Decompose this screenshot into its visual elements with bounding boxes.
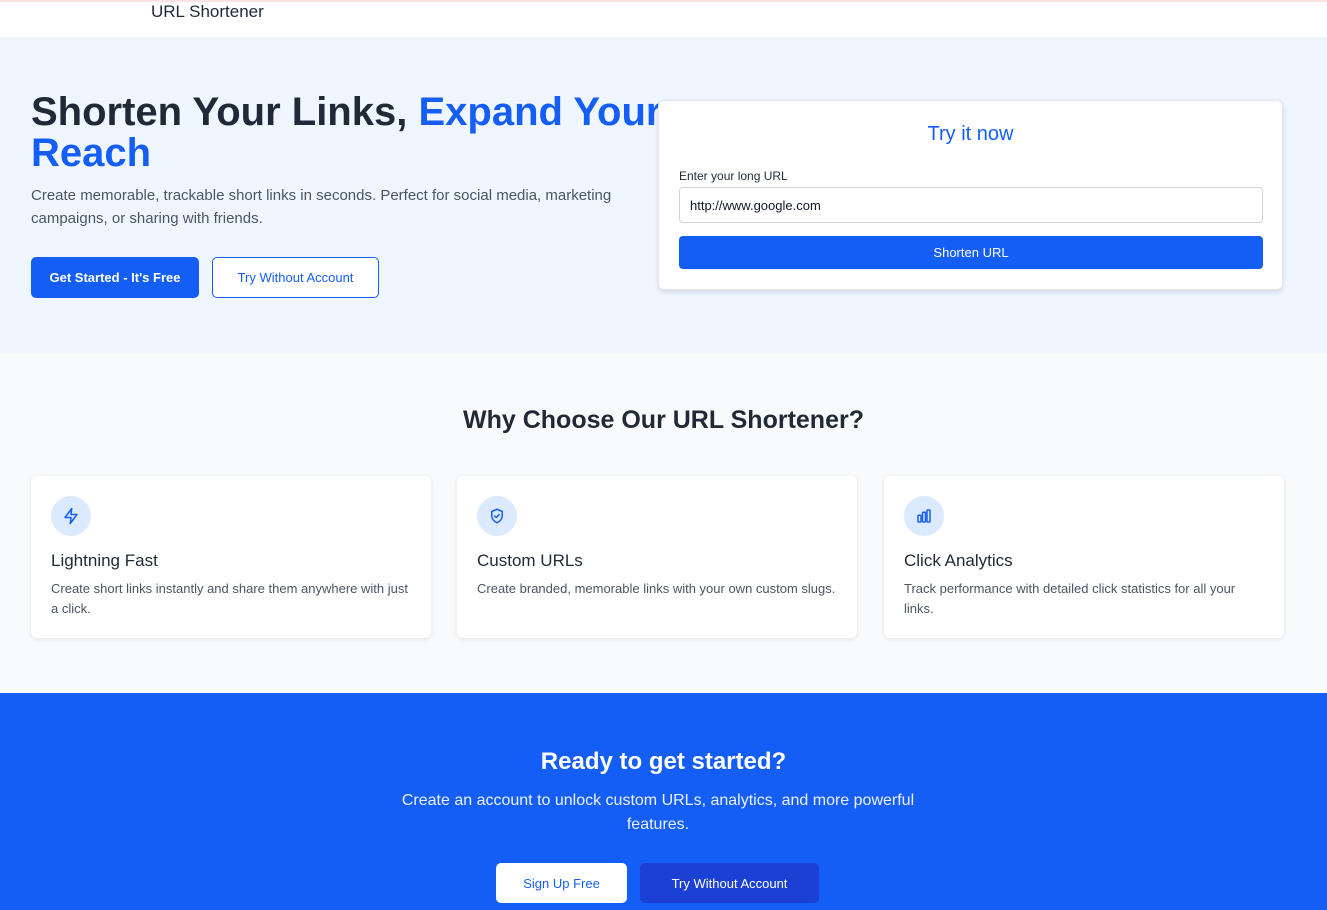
hero-subtitle: Create memorable, trackable short links … — [31, 187, 612, 227]
feature-title: Click Analytics — [904, 551, 1013, 570]
feature-card-click-analytics: Click Analytics Track performance with d… — [884, 476, 1284, 638]
get-started-button[interactable]: Get Started - It's Free — [31, 257, 199, 298]
lightning-icon — [51, 496, 91, 536]
hero-title: Shorten Your Links, Expand Your Reach — [31, 92, 671, 174]
top-navbar: URL Shortener — [0, 0, 1327, 37]
feature-card-lightning-fast: Lightning Fast Create short links instan… — [31, 476, 431, 638]
features-section: Why Choose Our URL Shortener? Lightning … — [0, 353, 1327, 693]
sign-up-free-button[interactable]: Sign Up Free — [496, 863, 627, 903]
cta-subtitle: Create an account to unlock custom URLs,… — [401, 792, 915, 833]
cta-section: Ready to get started? Create an account … — [0, 693, 1327, 910]
feature-card-custom-urls: Custom URLs Create branded, memorable li… — [457, 476, 857, 638]
feature-description: Create branded, memorable links with you… — [477, 581, 836, 596]
try-now-card: Try it now Enter your long URL Shorten U… — [658, 100, 1283, 290]
hero-title-main: Shorten Your Links, — [31, 90, 419, 134]
shorten-url-button[interactable]: Shorten URL — [679, 236, 1263, 269]
feature-title: Lightning Fast — [51, 551, 158, 570]
brand-logo-text[interactable]: URL Shortener — [151, 2, 264, 22]
feature-description: Create short links instantly and share t… — [51, 581, 408, 616]
try-without-account-button[interactable]: Try Without Account — [212, 257, 379, 298]
feature-title: Custom URLs — [477, 551, 583, 570]
hero-section: Shorten Your Links, Expand Your Reach Cr… — [0, 37, 1327, 353]
shield-check-icon — [477, 496, 517, 536]
features-title: Why Choose Our URL Shortener? — [463, 406, 864, 434]
bar-chart-icon — [904, 496, 944, 536]
feature-description: Track performance with detailed click st… — [904, 581, 1236, 616]
try-now-title: Try it now — [927, 123, 1014, 145]
cta-try-without-account-button[interactable]: Try Without Account — [640, 863, 819, 903]
cta-title: Ready to get started? — [540, 748, 787, 775]
long-url-input[interactable] — [679, 187, 1263, 223]
long-url-label: Enter your long URL — [679, 169, 788, 183]
